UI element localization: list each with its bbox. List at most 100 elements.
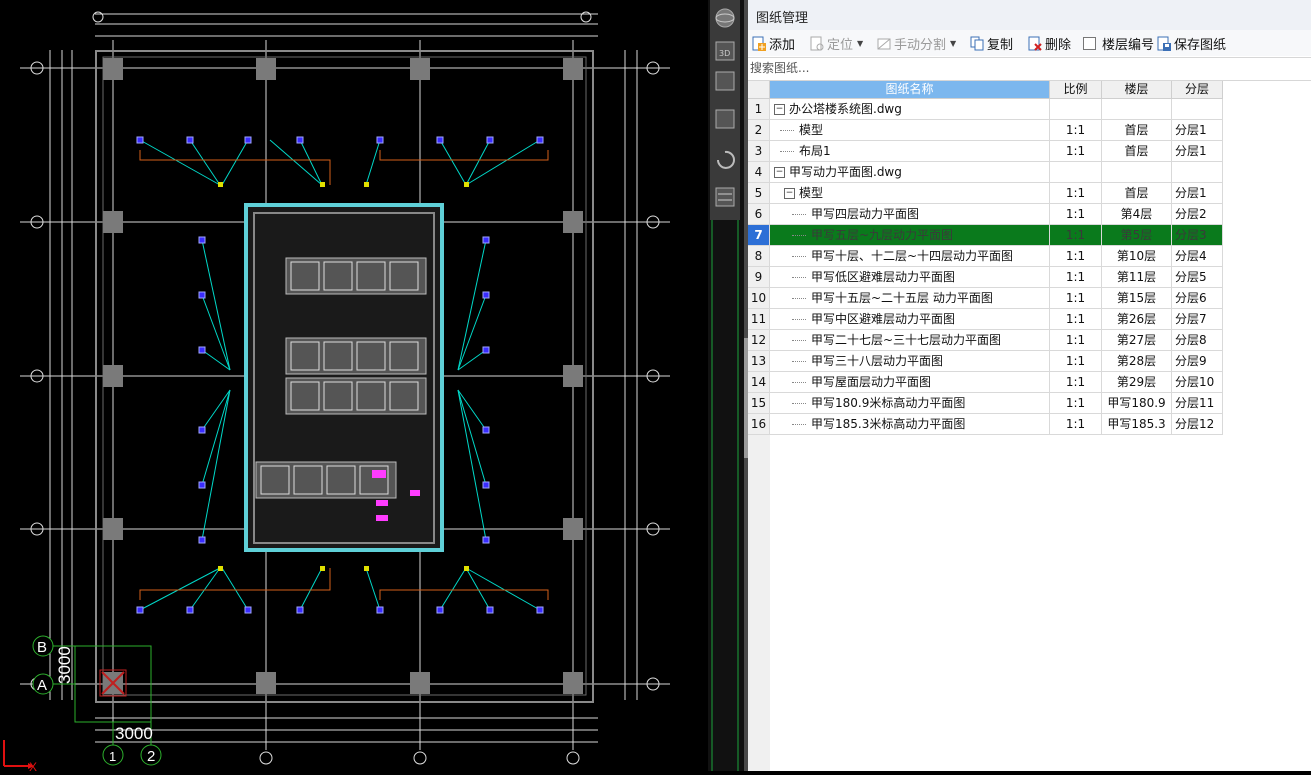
- drawing-name: 办公塔楼系统图.dwg: [789, 102, 902, 116]
- header-layer[interactable]: 分层: [1172, 81, 1223, 99]
- panel-toolbar: 添加 定位 ▼ 手动分割 ▼ 复制 删除 楼层编号 保存图纸: [748, 30, 1311, 56]
- layer-cell: 分层7: [1172, 309, 1223, 330]
- floor-cell: 第4层: [1102, 204, 1172, 225]
- manual-split-label: 手动分割: [894, 37, 947, 53]
- row-index: 15: [748, 393, 770, 414]
- locate-button[interactable]: 定位 ▼: [810, 33, 863, 53]
- tree-line: [792, 276, 806, 279]
- locate-label: 定位: [827, 37, 854, 53]
- dimension-horizontal: 3000: [115, 724, 153, 743]
- scale-cell: 1:1: [1050, 288, 1102, 309]
- row-index: 4: [748, 162, 770, 183]
- scale-cell: 1:1: [1050, 372, 1102, 393]
- delete-button[interactable]: 删除: [1028, 33, 1071, 53]
- scale-cell: 1:1: [1050, 246, 1102, 267]
- table-row[interactable]: 5− 模型 1:1 首层 分层1: [748, 183, 1223, 204]
- table-row[interactable]: 16 甲写185.3米标高动力平面图 1:1 甲写185.3 分层12: [748, 414, 1223, 435]
- row-index: 7: [748, 225, 770, 246]
- drawing-name: 甲写中区避难层动力平面图: [811, 312, 956, 326]
- layer-cell: 分层8: [1172, 330, 1223, 351]
- floor-plan-drawing: B A 1 2 3000 3000 X: [3, 11, 670, 774]
- drawing-name-cell: 甲写二十七层~三十七层动力平面图: [770, 330, 1050, 351]
- svg-text:3D: 3D: [719, 49, 730, 58]
- manual-split-button[interactable]: 手动分割 ▼: [877, 33, 956, 53]
- layer-cell: 分层12: [1172, 414, 1223, 435]
- scale-cell: [1050, 162, 1102, 183]
- scale-cell: 1:1: [1050, 183, 1102, 204]
- axis-a-label: A: [37, 677, 47, 694]
- table-row[interactable]: 8 甲写十层、十二层~十四层动力平面图 1:1 第10层 分层4: [748, 246, 1223, 267]
- table-row[interactable]: 4− 甲写动力平面图.dwg: [748, 162, 1223, 183]
- layers-icon[interactable]: [715, 187, 735, 207]
- floor-cell: 首层: [1102, 183, 1172, 204]
- table-row[interactable]: 15 甲写180.9米标高动力平面图 1:1 甲写180.9 分层11: [748, 393, 1223, 414]
- drawing-name-cell: 甲写屋面层动力平面图: [770, 372, 1050, 393]
- floor-cell: 首层: [1102, 120, 1172, 141]
- layer-cell: [1172, 162, 1223, 183]
- tree-line: [792, 381, 806, 384]
- drawing-name-cell: 甲写五层~九层动力平面图: [770, 225, 1050, 246]
- row-index: 2: [748, 120, 770, 141]
- table-row[interactable]: 14 甲写屋面层动力平面图 1:1 第29层 分层10: [748, 372, 1223, 393]
- table-row[interactable]: 1− 办公塔楼系统图.dwg: [748, 99, 1223, 120]
- locate-icon: [810, 36, 824, 51]
- table-row[interactable]: 13 甲写三十八层动力平面图 1:1 第28层 分层9: [748, 351, 1223, 372]
- table-row[interactable]: 12 甲写二十七层~三十七层动力平面图 1:1 第27层 分层8: [748, 330, 1223, 351]
- copy-label: 复制: [987, 37, 1014, 53]
- floor-number-checkbox[interactable]: 楼层编号: [1083, 33, 1154, 53]
- floor-cell: 第11层: [1102, 267, 1172, 288]
- save-drawing-button[interactable]: 保存图纸: [1157, 33, 1226, 53]
- drawing-name: 甲写低区避难层动力平面图: [811, 270, 956, 284]
- table-row[interactable]: 7 甲写五层~九层动力平面图 1:1 第5层 分层3: [748, 225, 1223, 246]
- header-scale[interactable]: 比例: [1050, 81, 1102, 99]
- collapse-toggle-icon[interactable]: −: [774, 104, 785, 115]
- floor-cell: 第28层: [1102, 351, 1172, 372]
- row-index: 14: [748, 372, 770, 393]
- header-name[interactable]: 图纸名称: [770, 81, 1050, 99]
- tree-line: [792, 297, 806, 300]
- copy-button[interactable]: 复制: [970, 33, 1013, 53]
- collapse-toggle-icon[interactable]: −: [784, 188, 795, 199]
- cube-side-icon[interactable]: [715, 109, 735, 129]
- orbit-icon[interactable]: [715, 8, 735, 28]
- search-bar: [748, 57, 1311, 81]
- table-row[interactable]: 6 甲写四层动力平面图 1:1 第4层 分层2: [748, 204, 1223, 225]
- drawing-name-cell: 甲写十层、十二层~十四层动力平面图: [770, 246, 1050, 267]
- split-icon: [877, 36, 891, 51]
- table-row[interactable]: 11 甲写中区避难层动力平面图 1:1 第26层 分层7: [748, 309, 1223, 330]
- drawing-name-cell: 甲写180.9米标高动力平面图: [770, 393, 1050, 414]
- table-row[interactable]: 9 甲写低区避难层动力平面图 1:1 第11层 分层5: [748, 267, 1223, 288]
- cube-front-icon[interactable]: [715, 71, 735, 91]
- drawing-name: 甲写五层~九层动力平面图: [811, 228, 954, 242]
- floor-cell: 第27层: [1102, 330, 1172, 351]
- drawing-name-cell: 甲写中区避难层动力平面图: [770, 309, 1050, 330]
- drawing-name: 甲写185.3米标高动力平面图: [811, 417, 966, 431]
- table-row[interactable]: 10 甲写十五层~二十五层 动力平面图 1:1 第15层 分层6: [748, 288, 1223, 309]
- drawing-name-cell: − 甲写动力平面图.dwg: [770, 162, 1050, 183]
- panel-header: 图纸管理: [748, 0, 1311, 31]
- tree-line: [792, 360, 806, 363]
- table-row[interactable]: 2 模型 1:1 首层 分层1: [748, 120, 1223, 141]
- layer-cell: 分层4: [1172, 246, 1223, 267]
- table-row[interactable]: 3 布局1 1:1 首层 分层1: [748, 141, 1223, 162]
- header-floor[interactable]: 楼层: [1102, 81, 1172, 99]
- drawing-name-cell: 甲写十五层~二十五层 动力平面图: [770, 288, 1050, 309]
- cad-drawing-canvas[interactable]: B A 1 2 3000 3000 X: [0, 0, 708, 774]
- tree-line: [792, 213, 806, 216]
- drawing-name-cell: 模型: [770, 120, 1050, 141]
- scale-cell: 1:1: [1050, 393, 1102, 414]
- scale-cell: 1:1: [1050, 267, 1102, 288]
- row-index: 6: [748, 204, 770, 225]
- scale-cell: 1:1: [1050, 330, 1102, 351]
- row-index: 1: [748, 99, 770, 120]
- row-index: 8: [748, 246, 770, 267]
- scale-cell: [1050, 99, 1102, 120]
- x-axis-label: X: [29, 760, 37, 771]
- search-input[interactable]: [750, 60, 1290, 76]
- add-button[interactable]: 添加: [752, 33, 795, 53]
- add-label: 添加: [769, 37, 796, 53]
- chevron-down-icon: ▼: [857, 38, 864, 48]
- view-3d-icon[interactable]: 3D: [715, 41, 735, 61]
- collapse-toggle-icon[interactable]: −: [774, 167, 785, 178]
- checkbox-box[interactable]: [1083, 36, 1096, 50]
